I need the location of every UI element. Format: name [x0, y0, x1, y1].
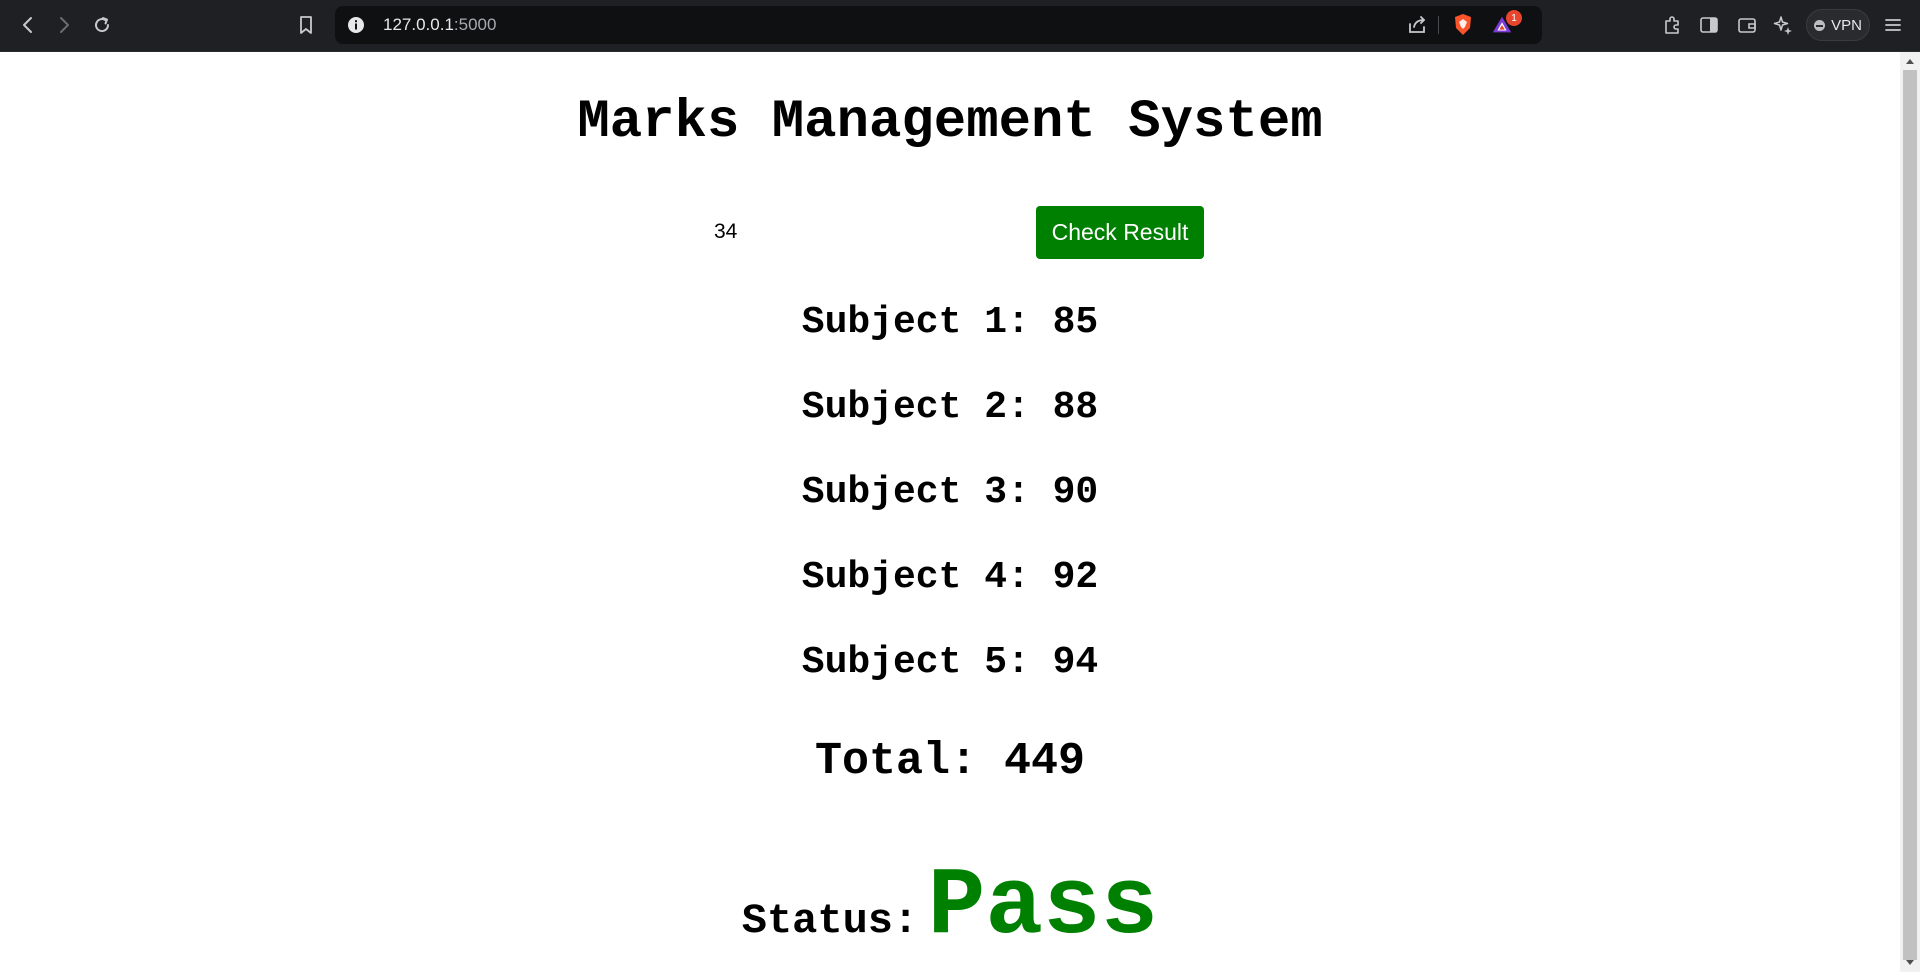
- subject-label: Subject 1:: [801, 301, 1030, 344]
- share-icon[interactable]: [1406, 14, 1428, 36]
- total-row: Total: 449: [0, 736, 1900, 787]
- brave-shield-icon[interactable]: [1452, 14, 1474, 36]
- subject-score: 90: [1052, 471, 1099, 514]
- vpn-status-icon: [1814, 19, 1826, 31]
- subject-label: Subject 3:: [801, 471, 1030, 514]
- scrollbar-thumb[interactable]: [1903, 70, 1917, 960]
- address-bar[interactable]: 127.0.0.1:5000: [335, 6, 1542, 44]
- subject-score-row: Subject 5: 94: [0, 641, 1900, 684]
- subject-score: 88: [1052, 386, 1099, 429]
- vpn-button[interactable]: VPN: [1806, 9, 1870, 41]
- subject-score-row: Subject 4: 92: [0, 556, 1900, 599]
- status-value: Pass: [927, 852, 1159, 961]
- rewards-notification-badge: 1: [1506, 10, 1522, 26]
- subject-score: 92: [1052, 556, 1099, 599]
- urlbar-divider: [1438, 16, 1439, 34]
- scroll-up-arrow-icon[interactable]: [1900, 52, 1920, 70]
- extensions-icon[interactable]: [1660, 13, 1684, 37]
- subject-score-row: Subject 2: 88: [0, 386, 1900, 429]
- roll-number-input[interactable]: [702, 207, 1002, 257]
- subject-label: Subject 2:: [801, 386, 1030, 429]
- url-host: 127.0.0.1: [383, 15, 454, 34]
- bookmark-icon[interactable]: [294, 13, 318, 37]
- subject-label: Subject 4:: [801, 556, 1030, 599]
- total-label: Total:: [814, 736, 977, 787]
- page-content: Marks Management System Check Result Sub…: [0, 52, 1900, 972]
- back-icon[interactable]: [16, 13, 40, 37]
- subject-score-row: Subject 1: 85: [0, 301, 1900, 344]
- reload-icon[interactable]: [90, 13, 114, 37]
- vpn-label: VPN: [1831, 16, 1862, 34]
- status-label: Status:: [741, 897, 919, 945]
- url-port: :5000: [453, 15, 497, 34]
- scroll-down-arrow-icon[interactable]: [1900, 954, 1920, 972]
- leo-ai-icon[interactable]: [1771, 13, 1795, 37]
- site-info-icon[interactable]: [345, 14, 367, 36]
- total-value: 449: [1004, 736, 1086, 787]
- vertical-scrollbar[interactable]: [1900, 52, 1920, 972]
- sidebar-icon[interactable]: [1697, 13, 1721, 37]
- status-row: Status: Pass: [0, 852, 1900, 961]
- subject-label: Subject 5:: [801, 641, 1030, 684]
- check-result-button[interactable]: Check Result: [1036, 206, 1204, 259]
- menu-icon[interactable]: [1881, 13, 1905, 37]
- subject-score: 85: [1052, 301, 1099, 344]
- page-title: Marks Management System: [577, 92, 1323, 153]
- forward-icon[interactable]: [52, 13, 76, 37]
- subject-score: 94: [1052, 641, 1099, 684]
- url-text[interactable]: 127.0.0.1:5000: [383, 6, 496, 44]
- subject-score-row: Subject 3: 90: [0, 471, 1900, 514]
- wallet-icon[interactable]: [1735, 13, 1759, 37]
- browser-toolbar: 127.0.0.1:5000 1 VPN: [0, 0, 1920, 52]
